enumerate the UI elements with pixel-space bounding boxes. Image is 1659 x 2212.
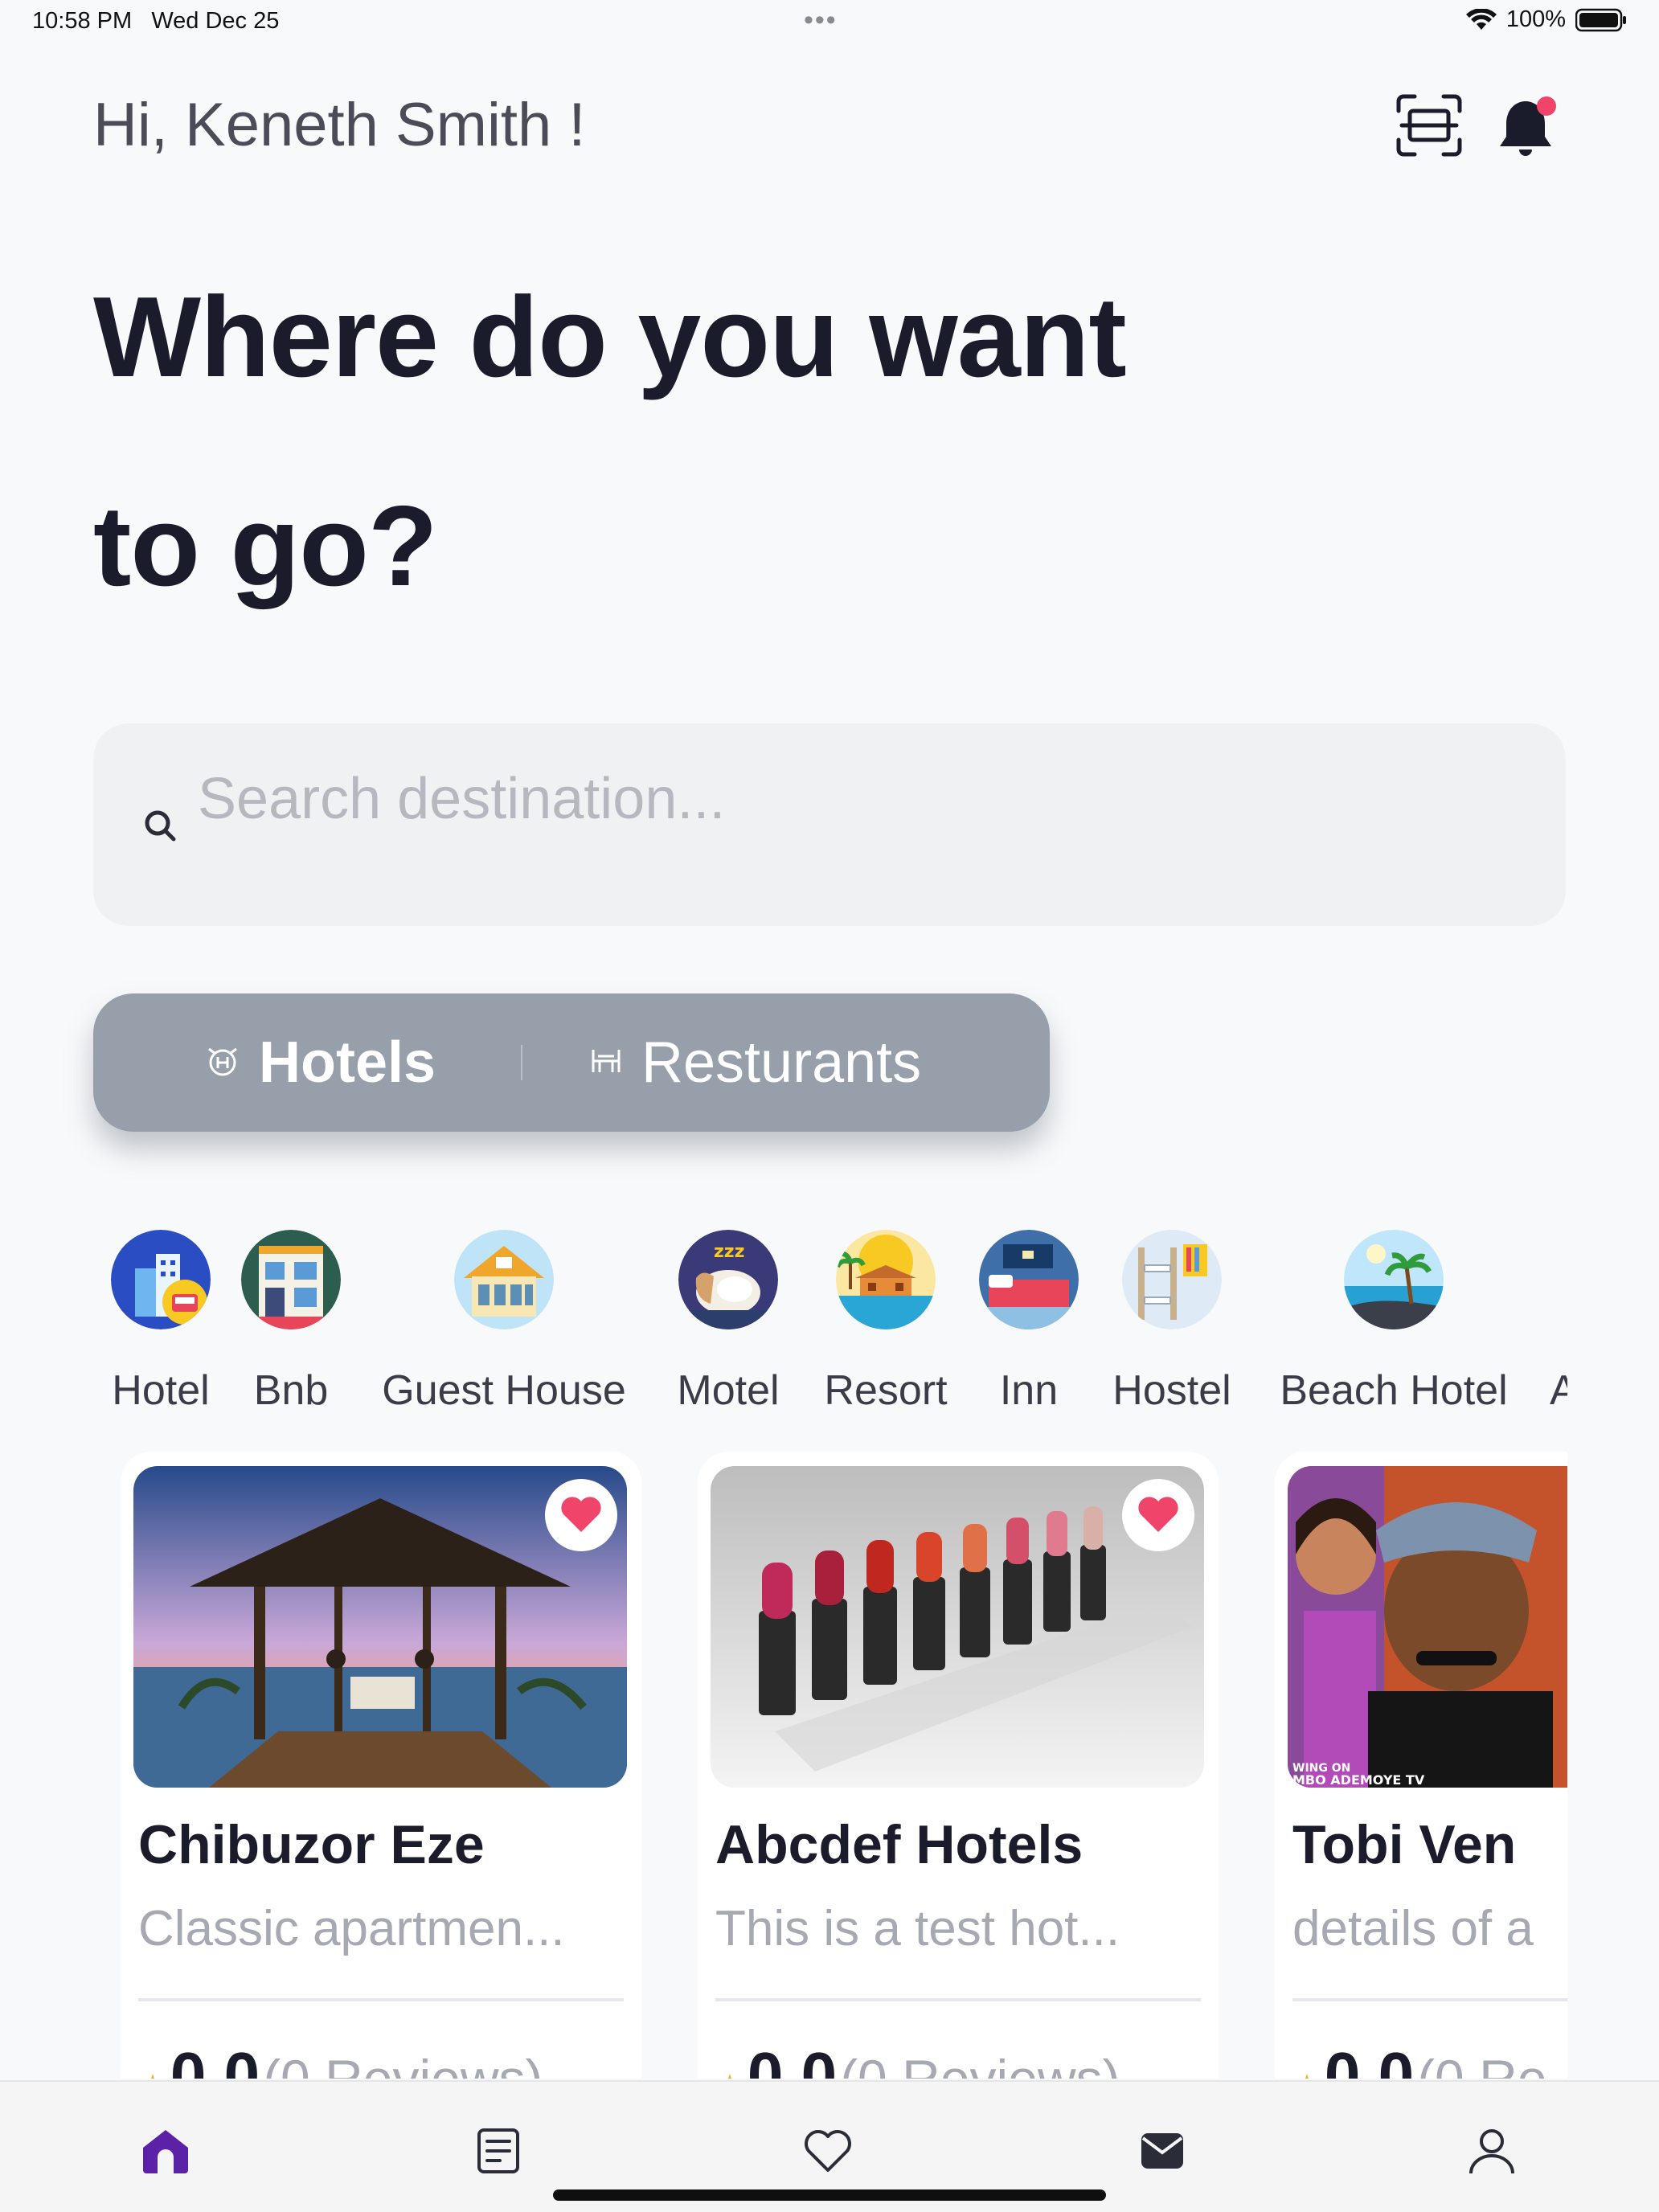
listing-card[interactable]: Chibuzor Eze Classic apartmen... ★ 0.0 (… [121, 1452, 641, 2079]
home-indicator[interactable] [553, 2189, 1106, 2201]
listing-title: Abcdef Hotels [715, 1814, 1083, 1875]
favorite-button[interactable] [545, 1479, 617, 1551]
listing-card[interactable]: WING ON MBO ADEMOYE TV Tobi Ven details … [1275, 1452, 1567, 2079]
listing-rating: ★ 0.0 (0 Reviews) [138, 2038, 543, 2079]
listing-image: WING ON MBO ADEMOYE TV [1288, 1466, 1567, 1788]
property-type-list: Hotel Bnb Guest House zzz Motel Resort I… [0, 1230, 1567, 1423]
listing-description: This is a test hot... [715, 1901, 1120, 1956]
listing-rating: ★ 0.0 (0 Reviews) [715, 2038, 1120, 2079]
resort-icon [836, 1230, 936, 1329]
category-label: Hostel [1112, 1367, 1231, 1414]
svg-text:zzz: zzz [714, 1242, 744, 1262]
bookings-icon [477, 2128, 519, 2173]
headline-line-1: Where do you want [93, 273, 1127, 401]
status-time: 10:58 PM Wed Dec 25 [32, 8, 279, 35]
card-divider [1292, 1998, 1567, 2001]
home-icon [143, 2130, 188, 2173]
rating-value: 0.0 [747, 2039, 838, 2079]
motel-icon: zzz [678, 1230, 778, 1329]
card-divider [138, 1998, 624, 2001]
category-guest-house[interactable]: Guest House [382, 1230, 626, 1414]
star-icon: ★ [715, 2068, 744, 2079]
category-motel[interactable]: zzz Motel [677, 1230, 780, 1414]
greeting-text: Hi, Keneth Smith ! [93, 91, 586, 159]
star-icon: ★ [1292, 2068, 1321, 2079]
nav-bookings[interactable] [473, 2125, 524, 2177]
notification-badge [1537, 96, 1556, 116]
nav-home[interactable] [140, 2125, 191, 2177]
tab-hotels[interactable]: Hotels [206, 993, 436, 1132]
category-resort[interactable]: Resort [824, 1230, 948, 1414]
category-label: Guest House [382, 1367, 626, 1414]
search-icon [141, 807, 178, 844]
toggle-divider [521, 1045, 522, 1080]
category-label: Inn [999, 1367, 1059, 1414]
category-inn[interactable]: Inn [979, 1230, 1079, 1414]
hotel-icon [111, 1230, 211, 1329]
star-icon: ★ [138, 2068, 167, 2079]
nav-messages[interactable] [1137, 2125, 1188, 2177]
category-label: Motel [677, 1367, 780, 1414]
status-bar: 10:58 PM Wed Dec 25 ••• 100% [0, 0, 1659, 45]
listing-title: Chibuzor Eze [138, 1814, 485, 1875]
nav-profile[interactable] [1466, 2125, 1518, 2177]
category-hotel[interactable]: Hotel [111, 1230, 211, 1414]
listing-title: Tobi Ven [1292, 1814, 1517, 1875]
tab-hotels-label: Hotels [259, 1030, 436, 1095]
listing-description: Classic apartmen... [138, 1901, 565, 1956]
category-label: A [1550, 1367, 1567, 1414]
nav-favorites[interactable] [802, 2125, 854, 2177]
tab-restaurants[interactable]: Resturants [590, 993, 921, 1132]
profile-icon [1469, 2129, 1514, 2174]
notification-bell-icon[interactable] [1495, 95, 1559, 159]
category-label: Hotel [112, 1367, 210, 1414]
hotel-bell-icon [206, 1044, 240, 1082]
category-toggle: Hotels Resturants [93, 993, 1050, 1132]
scan-icon[interactable] [1395, 93, 1463, 158]
inn-icon [979, 1230, 1079, 1329]
status-indicators: 100% [1465, 6, 1627, 33]
category-label: Resort [824, 1367, 948, 1414]
guest-house-icon [454, 1230, 554, 1329]
image-caption-line-2: MBO ADEMOYE TV [1292, 1772, 1425, 1788]
more-category-icon [1550, 1230, 1567, 1329]
listing-card[interactable]: Abcdef Hotels This is a test hot... ★ 0.… [698, 1452, 1219, 2079]
review-count: (0 Reviews) [263, 2049, 543, 2079]
page-headline: Where do you want to go? [93, 233, 1540, 651]
heart-icon [561, 1497, 601, 1532]
battery-percent: 100% [1505, 6, 1566, 32]
review-count: (0 Re [1417, 2049, 1547, 2079]
search-input[interactable] [198, 759, 1484, 839]
heart-icon [1138, 1497, 1178, 1532]
review-count: (0 Reviews) [840, 2049, 1120, 2079]
hostel-icon [1122, 1230, 1222, 1329]
category-label: Bnb [253, 1367, 329, 1414]
search-bar[interactable] [93, 723, 1566, 926]
multitasking-dots-icon[interactable]: ••• [804, 5, 838, 36]
status-time-text: 10:58 PM [32, 8, 133, 34]
favorites-icon [805, 2130, 851, 2172]
listing-rating: ★ 0.0 (0 Re [1292, 2038, 1546, 2079]
battery-icon [1575, 8, 1627, 32]
headline-line-2: to go? [93, 482, 438, 610]
status-date-text: Wed Dec 25 [151, 8, 280, 34]
rating-value: 0.0 [1324, 2039, 1415, 2079]
messages-icon [1141, 2133, 1183, 2169]
tab-restaurants-label: Resturants [641, 1030, 922, 1095]
listing-carousel: Chibuzor Eze Classic apartmen... ★ 0.0 (… [0, 1452, 1567, 2079]
beach-hotel-icon [1344, 1230, 1444, 1329]
restaurant-table-icon [590, 1045, 622, 1081]
wifi-icon [1465, 8, 1497, 31]
card-divider [715, 1998, 1201, 2001]
category-beach-hotel[interactable]: Beach Hotel [1280, 1230, 1508, 1414]
category-bnb[interactable]: Bnb [241, 1230, 341, 1414]
bnb-icon [241, 1230, 341, 1329]
rating-value: 0.0 [170, 2039, 260, 2079]
category-more[interactable]: A [1550, 1230, 1567, 1414]
favorite-button[interactable] [1122, 1479, 1194, 1551]
listing-description: details of a [1292, 1901, 1534, 1956]
category-label: Beach Hotel [1280, 1367, 1508, 1414]
category-hostel[interactable]: Hostel [1112, 1230, 1231, 1414]
